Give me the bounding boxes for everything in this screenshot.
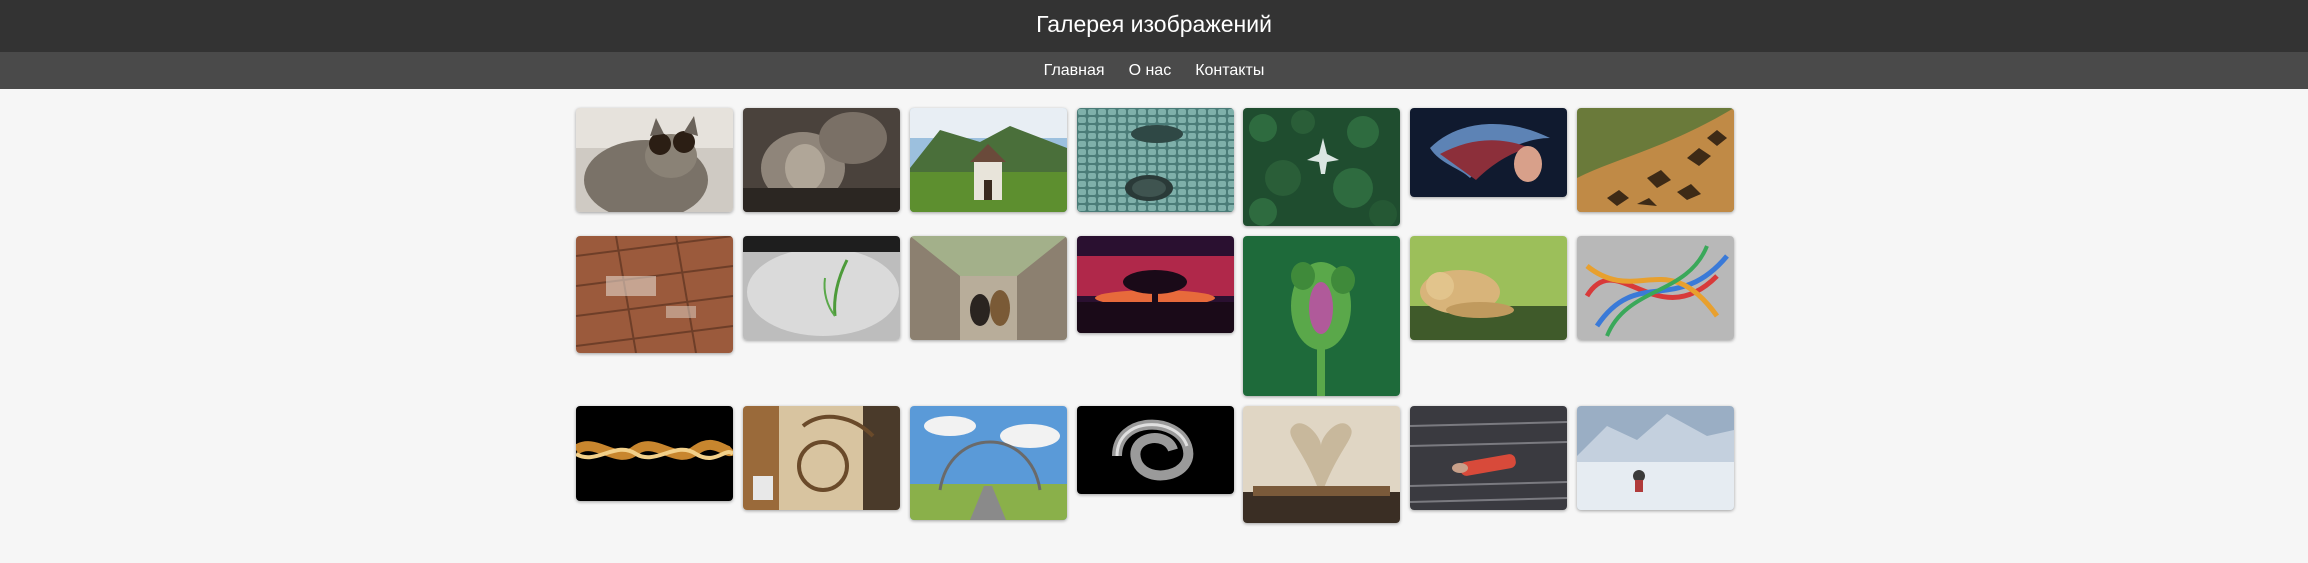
page-title: Галерея изображений [1036, 10, 1272, 37]
gallery-image[interactable] [1410, 406, 1567, 510]
nav-link-home[interactable]: Главная [1044, 62, 1105, 80]
gallery-image[interactable] [1243, 236, 1400, 396]
gallery-image[interactable] [910, 406, 1067, 520]
gallery-image[interactable] [576, 406, 733, 501]
gallery-image[interactable] [910, 108, 1067, 212]
gallery-image[interactable] [743, 236, 900, 340]
gallery-image[interactable] [1410, 236, 1567, 340]
gallery-image[interactable] [1243, 108, 1400, 226]
site-header: Галерея изображений [0, 0, 2308, 52]
nav-link-contacts[interactable]: Контакты [1195, 62, 1264, 80]
gallery-image[interactable] [743, 108, 900, 212]
gallery-image[interactable] [1077, 236, 1234, 333]
gallery-image[interactable] [1077, 406, 1234, 494]
gallery-image[interactable] [743, 406, 900, 510]
image-gallery [0, 89, 2308, 563]
gallery-image[interactable] [1577, 236, 1734, 340]
nav-link-about[interactable]: О нас [1129, 62, 1172, 80]
gallery-image[interactable] [1243, 406, 1400, 523]
gallery-image[interactable] [910, 236, 1067, 340]
gallery-image[interactable] [576, 108, 733, 212]
gallery-image[interactable] [1577, 406, 1734, 510]
gallery-image[interactable] [1410, 108, 1567, 197]
gallery-image[interactable] [1577, 108, 1734, 212]
gallery-image[interactable] [576, 236, 733, 353]
gallery-image[interactable] [1077, 108, 1234, 212]
main-nav: Главная О нас Контакты [0, 52, 2308, 89]
